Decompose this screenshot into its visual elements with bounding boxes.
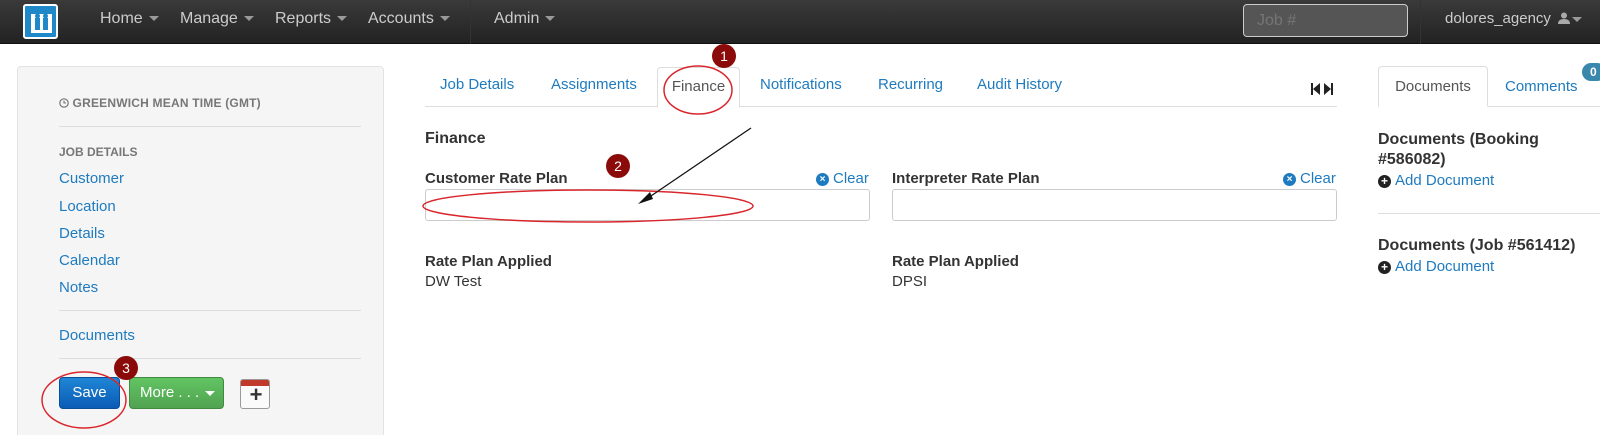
job-number-search-input[interactable]: [1243, 4, 1408, 37]
job-sidebar: GREENWICH MEAN TIME (GMT) JOB DETAILS Cu…: [17, 66, 384, 435]
timezone-label: GREENWICH MEAN TIME (GMT): [59, 96, 261, 110]
nav-divider: [1420, 0, 1421, 44]
step-marker-3: 3: [114, 356, 138, 380]
nav-divider: [470, 0, 471, 44]
clear-icon: ×: [1283, 173, 1296, 186]
nav-home[interactable]: Home: [100, 0, 159, 44]
interpreter-rate-plan-clear-link[interactable]: × Clear: [1283, 170, 1336, 187]
nav-accounts[interactable]: Accounts: [368, 0, 450, 44]
username: dolores_agency: [1445, 10, 1551, 27]
sidebar-link-documents[interactable]: Documents: [59, 327, 135, 344]
tab-recurring[interactable]: Recurring: [878, 76, 943, 93]
calendar-add-icon[interactable]: +: [240, 379, 270, 409]
tab-documents[interactable]: Documents: [1378, 66, 1488, 107]
sidebar-link-details[interactable]: Details: [59, 225, 105, 242]
divider: [59, 310, 361, 311]
interpreter-rate-plan-applied-value: DPSI: [892, 273, 928, 290]
sidebar-link-notes[interactable]: Notes: [59, 279, 98, 296]
clock-icon: [59, 98, 69, 108]
nav-manage[interactable]: Manage: [180, 0, 254, 44]
chevron-down-icon: [545, 16, 556, 22]
add-booking-document-link[interactable]: + Add Document: [1378, 172, 1494, 189]
customer-rate-plan-input[interactable]: [425, 189, 870, 221]
plus-circle-icon: +: [1378, 261, 1391, 274]
finance-section-title: Finance: [425, 130, 486, 147]
customer-rate-plan-applied-label: Rate Plan Applied: [425, 253, 552, 270]
step-marker-1: 1: [712, 44, 736, 68]
nav-admin[interactable]: Admin: [494, 0, 556, 44]
chevron-down-icon: [243, 16, 254, 22]
step-marker-2: 2: [606, 154, 630, 178]
plus-icon: +: [249, 382, 263, 407]
sidebar-link-calendar[interactable]: Calendar: [59, 252, 120, 269]
app-logo-icon[interactable]: [23, 4, 58, 39]
divider: [59, 358, 361, 359]
chevron-down-icon: [205, 390, 216, 396]
sidebar-link-location[interactable]: Location: [59, 198, 116, 215]
chevron-down-icon: [148, 16, 159, 22]
divider: [1378, 213, 1600, 214]
customer-rate-plan-clear-link[interactable]: × Clear: [816, 170, 869, 187]
user-icon: [1558, 12, 1571, 24]
tab-finance[interactable]: Finance: [657, 67, 740, 108]
top-navbar: Home Manage Reports Accounts Admin dolor…: [0, 0, 1600, 44]
tab-audit-history[interactable]: Audit History: [977, 76, 1062, 93]
divider: [59, 126, 361, 127]
tab-notifications[interactable]: Notifications: [760, 76, 842, 93]
chevron-down-icon: [439, 16, 450, 22]
more-actions-button[interactable]: More . . .: [129, 377, 224, 409]
clear-icon: ×: [816, 173, 829, 186]
sidebar-link-customer[interactable]: Customer: [59, 170, 124, 187]
customer-rate-plan-applied-value: DW Test: [425, 273, 482, 290]
job-details-heading: JOB DETAILS: [59, 145, 138, 159]
chevron-down-icon: [337, 16, 348, 22]
tab-comments[interactable]: Comments: [1505, 78, 1578, 95]
save-button[interactable]: Save: [59, 377, 120, 409]
interpreter-rate-plan-label: Interpreter Rate Plan: [892, 170, 1040, 187]
interpreter-rate-plan-applied-label: Rate Plan Applied: [892, 253, 1019, 270]
nav-reports[interactable]: Reports: [275, 0, 348, 44]
user-menu[interactable]: dolores_agency: [1445, 0, 1583, 44]
add-job-document-link[interactable]: + Add Document: [1378, 258, 1494, 275]
tab-assignments[interactable]: Assignments: [551, 76, 637, 93]
skip-back-forward-icon[interactable]: [1310, 82, 1334, 99]
chevron-down-icon: [1572, 16, 1583, 22]
customer-rate-plan-label: Customer Rate Plan: [425, 170, 568, 187]
job-documents-title: Documents (Job #561412): [1378, 237, 1576, 254]
tab-job-details[interactable]: Job Details: [440, 76, 514, 93]
interpreter-rate-plan-input[interactable]: [892, 189, 1337, 221]
comments-count-badge: 0: [1582, 63, 1600, 81]
plus-circle-icon: +: [1378, 175, 1391, 188]
tabs-baseline: [425, 106, 1337, 107]
booking-documents-title: Documents (Booking #586082): [1378, 131, 1539, 168]
